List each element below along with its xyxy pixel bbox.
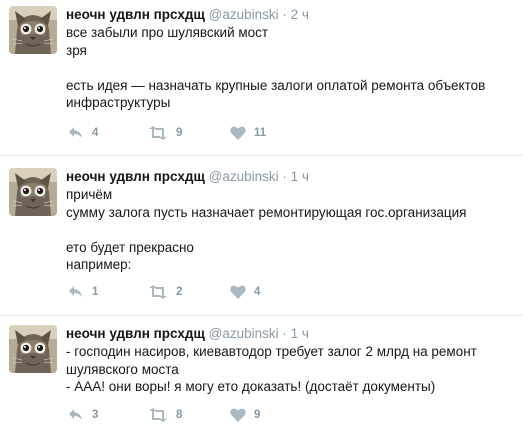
tweet-line: все забыли про шулявский мост	[66, 25, 269, 40]
author-name[interactable]: неочн удвлн прсхдщ	[66, 169, 205, 184]
like-button[interactable]: 11	[230, 126, 266, 140]
retweet-button[interactable]: 9	[148, 126, 182, 140]
tweet-line: шулявского моста	[66, 361, 179, 377]
retweet-count: 8	[176, 409, 183, 421]
reply-icon	[69, 286, 82, 297]
tweet-text: причём сумму залога пусть назначает ремо…	[66, 186, 516, 274]
author-name[interactable]: неочн удвлн прсхдщ	[66, 7, 205, 22]
author-handle[interactable]: @azubinski	[209, 169, 279, 184]
tweet[interactable]: неочн удвлн прсхдщ @azubinski · 1 ч - го…	[0, 319, 523, 436]
tweet[interactable]: неочн удвлн прсхдщ @azubinski · 2 ч все …	[0, 0, 523, 156]
author-handle[interactable]: @azubinski	[209, 7, 279, 22]
tweet-header: неочн удвлн прсхдщ @azubinski · 2 ч	[66, 6, 309, 24]
heart-icon	[230, 285, 246, 299]
like-button[interactable]: 9	[230, 408, 260, 422]
tweet-time[interactable]: 1 ч	[291, 169, 309, 184]
heart-icon	[230, 408, 246, 422]
tweet-line: сумму залога пусть назначает ремонтирующ…	[66, 204, 467, 220]
tweet-header: неочн удвлн прсхдщ @azubinski · 1 ч	[66, 325, 309, 343]
tweet-line: - ААА! они воры! я могу ето доказать! (д…	[66, 379, 436, 394]
retweet-icon	[149, 126, 167, 140]
retweet-icon	[149, 408, 167, 422]
tweet-line: например:	[66, 257, 132, 272]
separator-dot: ·	[282, 169, 287, 184]
tweet-line: - господин насиров, киевавтодор требует …	[66, 344, 477, 359]
avatar[interactable]	[9, 168, 57, 216]
heart-icon	[230, 126, 246, 140]
tweet-line: ето будет прекрасно	[66, 239, 194, 255]
retweet-icon	[149, 285, 167, 299]
reply-button[interactable]: 3	[68, 408, 98, 422]
reply-count: 4	[92, 127, 99, 139]
retweet-count: 9	[176, 127, 183, 139]
tweet-feed: неочн удвлн прсхдщ @azubinski · 2 ч все …	[0, 0, 523, 436]
avatar[interactable]	[9, 325, 57, 373]
author-name[interactable]: неочн удвлн прсхдщ	[66, 326, 205, 341]
tweet-text: - господин насиров, киевавтодор требует …	[66, 343, 516, 396]
separator-dot: ·	[282, 7, 287, 22]
reply-count: 1	[92, 286, 99, 298]
reply-icon	[69, 127, 82, 138]
tweet[interactable]: неочн удвлн прсхдщ @azubinski · 1 ч прич…	[0, 162, 523, 316]
like-count: 9	[254, 409, 261, 421]
reply-icon	[69, 409, 82, 420]
cat-avatar-image	[9, 168, 57, 216]
tweet-line: причём	[66, 187, 113, 202]
reply-button[interactable]: 1	[68, 285, 98, 299]
retweet-button[interactable]: 2	[148, 285, 182, 299]
tweet-time[interactable]: 1 ч	[291, 326, 309, 341]
cat-avatar-image	[9, 325, 57, 373]
tweet-time[interactable]: 2 ч	[291, 7, 309, 22]
like-count: 4	[254, 286, 261, 298]
reply-count: 3	[92, 409, 99, 421]
retweet-count: 2	[176, 286, 183, 298]
tweet-line: инфраструктуры	[66, 95, 171, 110]
retweet-button[interactable]: 8	[148, 408, 182, 422]
like-button[interactable]: 4	[230, 285, 260, 299]
separator-dot: ·	[282, 326, 287, 341]
reply-button[interactable]: 4	[68, 126, 98, 140]
tweet-line: есть идея — назначать крупные залоги опл…	[66, 77, 486, 93]
tweet-header: неочн удвлн прсхдщ @azubinski · 1 ч	[66, 168, 309, 186]
tweet-line: зря	[66, 42, 87, 58]
cat-avatar-image	[9, 6, 57, 54]
avatar[interactable]	[9, 6, 57, 54]
tweet-text: все забыли про шулявский мост зря есть и…	[66, 24, 516, 112]
author-handle[interactable]: @azubinski	[209, 326, 279, 341]
like-count: 11	[254, 127, 267, 139]
